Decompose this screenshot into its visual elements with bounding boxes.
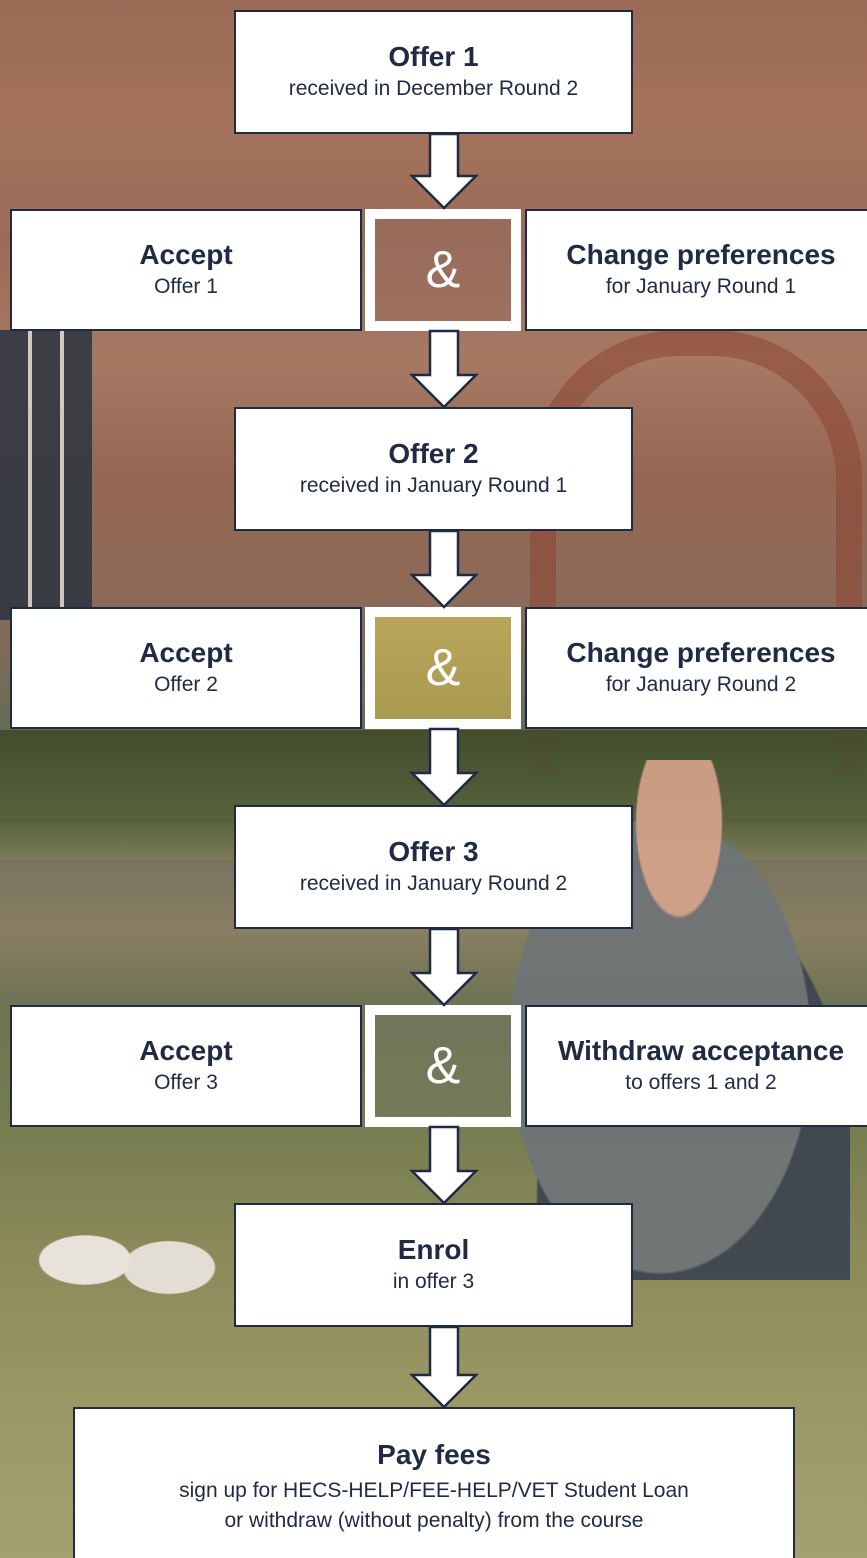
offer-3-box: Offer 3 received in January Round 2 — [234, 805, 633, 929]
accept-1-subtitle: Offer 1 — [154, 275, 218, 298]
change-1-title: Change preferences — [566, 239, 836, 270]
accept-1-title: Accept — [139, 239, 233, 270]
change-2-subtitle: for January Round 2 — [605, 673, 797, 696]
change-1-subtitle: for January Round 1 — [605, 275, 797, 298]
accept-2-subtitle: Offer 2 — [154, 673, 218, 696]
enrol-subtitle: in offer 3 — [392, 1270, 475, 1293]
down-arrow-1 — [408, 132, 480, 210]
change-2-title: Change preferences — [566, 637, 836, 668]
pay-fees-box: Pay fees sign up for HECS-HELP/FEE-HELP/… — [73, 1407, 795, 1558]
offer-3-title: Offer 3 — [388, 836, 479, 867]
offer-1-box: Offer 1 received in December Round 2 — [234, 10, 633, 134]
ampersand: & — [425, 639, 461, 697]
accept-3-title: Accept — [139, 1035, 233, 1066]
down-arrow-7 — [408, 1325, 480, 1409]
accept-3-subtitle: Offer 3 — [154, 1071, 218, 1094]
down-arrow-5 — [408, 927, 480, 1007]
pay-fees-line-2: or withdraw (without penalty) from the c… — [224, 1508, 644, 1532]
accept-2-title: Accept — [139, 637, 233, 668]
offer-3-subtitle: received in January Round 2 — [299, 872, 568, 895]
change-preferences-2-box: Change preferences for January Round 2 — [525, 607, 867, 729]
background-shoes — [25, 1185, 225, 1335]
down-arrow-2 — [408, 329, 480, 409]
offer-2-box: Offer 2 received in January Round 1 — [234, 407, 633, 531]
ampersand: & — [425, 241, 461, 299]
pay-fees-title: Pay fees — [377, 1438, 491, 1470]
offer-1-subtitle: received in December Round 2 — [288, 77, 579, 100]
down-arrow-6 — [408, 1125, 480, 1205]
accept-offer-2-box: Accept Offer 2 — [10, 607, 362, 729]
down-arrow-3 — [408, 529, 480, 609]
enrol-title: Enrol — [397, 1234, 470, 1265]
down-arrow-4 — [408, 727, 480, 807]
accept-offer-1-box: Accept Offer 1 — [10, 209, 362, 331]
withdraw-subtitle: to offers 1 and 2 — [625, 1071, 777, 1094]
enrol-box: Enrol in offer 3 — [234, 1203, 633, 1327]
accept-offer-3-box: Accept Offer 3 — [10, 1005, 362, 1127]
and-connector-3: & — [365, 1005, 521, 1127]
ampersand: & — [425, 1037, 461, 1095]
withdraw-title: Withdraw acceptance — [557, 1035, 845, 1066]
change-preferences-1-box: Change preferences for January Round 1 — [525, 209, 867, 331]
pay-fees-line-1: sign up for HECS-HELP/FEE-HELP/VET Stude… — [179, 1478, 689, 1502]
offer-2-subtitle: received in January Round 1 — [299, 474, 568, 497]
offer-2-title: Offer 2 — [388, 438, 479, 469]
background-window — [0, 330, 92, 620]
withdraw-acceptance-box: Withdraw acceptance to offers 1 and 2 — [525, 1005, 867, 1127]
and-connector-1: & — [365, 209, 521, 331]
and-connector-2: & — [365, 607, 521, 729]
offer-1-title: Offer 1 — [388, 41, 479, 72]
